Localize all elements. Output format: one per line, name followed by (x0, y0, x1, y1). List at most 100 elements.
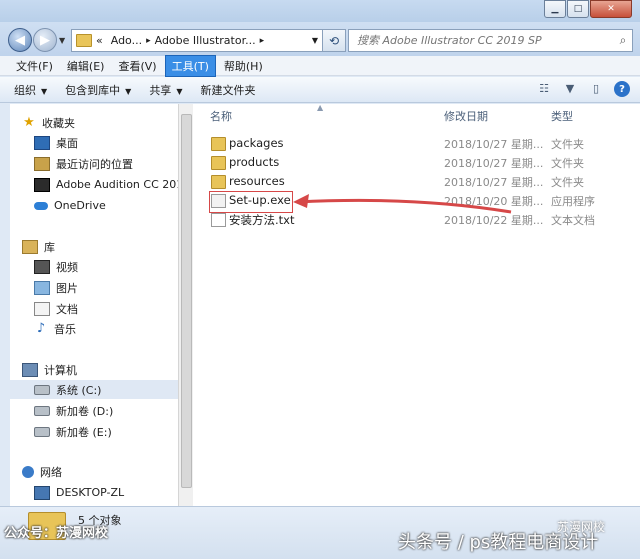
sidebar-item-desktop[interactable]: 桌面 (34, 133, 78, 152)
sidebar-item-documents[interactable]: 文档 (34, 299, 78, 318)
sidebar-item-label: 最近访问的位置 (56, 157, 133, 171)
sidebar-item-favorites[interactable]: ★ 收藏夹 (22, 113, 75, 132)
computer-icon (22, 362, 38, 377)
organize-button[interactable]: 组织 ▼ (14, 82, 47, 98)
navigation-pane: ★ 收藏夹 桌面 最近访问的位置 Adobe Audition CC 2017 O… (10, 104, 178, 506)
video-icon (34, 259, 50, 274)
sidebar-item-label: 新加卷 (E:) (56, 425, 112, 439)
menu-file[interactable]: 文件(F) (10, 56, 59, 76)
address-row: ◀ ▶ ▼ « Ado... ▸ Adobe Illustrator... ▸ … (0, 22, 640, 56)
include-label: 包含到库中 (65, 83, 121, 97)
sidebar-item-drive-c[interactable]: 系统 (C:) (10, 380, 178, 399)
sidebar-item-label: Adobe Audition CC 2017 (56, 178, 178, 191)
recent-places-icon (34, 156, 50, 171)
sidebar-item-label: 网络 (40, 465, 62, 479)
sidebar-item-label: 收藏夹 (42, 116, 75, 130)
pc-monitor-icon (34, 485, 50, 500)
sidebar-item-label: OneDrive (54, 199, 106, 212)
sidebar-item-computer[interactable]: 计算机 (22, 360, 77, 379)
annotation-arrow-head (293, 194, 309, 208)
folder-icon (76, 34, 92, 47)
music-note-icon: ♪ (36, 320, 46, 336)
sidebar-item-label: 文档 (56, 302, 78, 316)
star-icon: ★ (23, 114, 35, 130)
sidebar-item-drive-e[interactable]: 新加卷 (E:) (34, 422, 112, 441)
search-icon[interactable]: ⌕ (614, 33, 632, 48)
menu-tools[interactable]: 工具(T) (164, 54, 216, 77)
sidebar-item-audition[interactable]: Adobe Audition CC 2017 (34, 175, 178, 194)
maximize-button[interactable]: □ (567, 0, 589, 18)
forward-arrow-icon: ▶ (40, 32, 50, 48)
sidebar-item-label: 新加卷 (D:) (56, 404, 114, 418)
breadcrumb-separator-icon[interactable]: ▸ (260, 36, 265, 46)
sidebar-item-desktop-pc[interactable]: DESKTOP-ZL (34, 483, 124, 502)
file-list: ▲ 名称 修改日期 类型 packages 2018/10/27 星期... 文… (193, 103, 640, 506)
sidebar-item-label: 视频 (56, 260, 78, 274)
network-icon (22, 465, 34, 478)
scrollbar-thumb[interactable] (181, 114, 192, 488)
breadcrumb-separator-icon[interactable]: ▸ (146, 36, 151, 46)
menu-view[interactable]: 查看(V) (112, 56, 162, 76)
new-folder-button[interactable]: 新建文件夹 (200, 82, 255, 98)
documents-icon (34, 301, 50, 316)
search-box[interactable]: ⌕ (348, 29, 633, 52)
recent-pages-dropdown[interactable]: ▼ (59, 36, 65, 45)
sidebar-item-network[interactable]: 网络 (22, 462, 62, 481)
drive-icon (34, 426, 50, 437)
window-controls: ▁ □ ✕ (543, 0, 632, 18)
menu-help[interactable]: 帮助(H) (218, 56, 269, 76)
preview-pane-icon[interactable]: ▯ (588, 82, 604, 96)
sidebar-item-label: 库 (44, 240, 55, 254)
include-in-library-button[interactable]: 包含到库中 ▼ (65, 82, 131, 98)
chevron-down-icon: ▼ (176, 86, 183, 96)
address-dropdown-icon[interactable]: ▼ (312, 36, 318, 45)
audition-folder-icon (34, 177, 50, 192)
breadcrumb-item[interactable]: Ado... (111, 34, 142, 47)
address-bar[interactable]: « Ado... ▸ Adobe Illustrator... ▸ ▼ (71, 29, 323, 52)
pictures-icon (34, 280, 50, 295)
sidebar-item-pictures[interactable]: 图片 (34, 278, 78, 297)
sidebar-item-libraries[interactable]: 库 (22, 237, 55, 256)
sidebar-item-onedrive[interactable]: OneDrive (34, 196, 106, 215)
chevron-down-icon: ▼ (125, 86, 132, 96)
breadcrumb-item[interactable]: Adobe Illustrator... (155, 34, 256, 47)
minimize-button[interactable]: ▁ (544, 0, 566, 18)
drive-icon (34, 405, 50, 416)
onedrive-cloud-icon (34, 201, 48, 210)
forward-button[interactable]: ▶ (33, 28, 57, 52)
share-label: 共享 (149, 83, 172, 97)
breadcrumb-overflow[interactable]: « (96, 34, 103, 47)
sidebar-item-video[interactable]: 视频 (34, 257, 78, 276)
chevron-down-icon: ▼ (41, 86, 48, 96)
sidebar-item-label: DESKTOP-ZL (56, 486, 125, 499)
sidebar-item-label: 计算机 (44, 363, 77, 377)
sidebar-item-drive-d[interactable]: 新加卷 (D:) (34, 401, 113, 420)
view-options-icon[interactable]: ☷ (536, 82, 552, 96)
sidebar-item-label: 系统 (C:) (56, 383, 102, 397)
menu-bar: 文件(F) 编辑(E) 查看(V) 工具(T) 帮助(H) (0, 54, 640, 77)
navigation-scrollbar[interactable] (178, 104, 193, 506)
help-icon[interactable]: ? (614, 81, 630, 97)
close-button[interactable]: ✕ (590, 0, 632, 18)
command-bar: 组织 ▼ 包含到库中 ▼ 共享 ▼ 新建文件夹 ☷ ▼ ▯ ? (0, 77, 640, 103)
share-button[interactable]: 共享 ▼ (149, 82, 182, 98)
back-button[interactable]: ◀ (8, 28, 32, 52)
annotation-arrow (293, 194, 512, 214)
sidebar-item-label: 桌面 (56, 136, 78, 150)
watermark-left: 公众号：苏漫网校 (4, 526, 109, 541)
sidebar-item-recent[interactable]: 最近访问的位置 (34, 154, 133, 173)
annotation-arrow-line (296, 198, 512, 214)
library-icon (22, 239, 38, 254)
search-input[interactable] (349, 33, 614, 48)
view-dropdown-icon[interactable]: ▼ (562, 82, 578, 96)
menu-edit[interactable]: 编辑(E) (61, 56, 111, 76)
back-arrow-icon: ◀ (15, 32, 25, 48)
sidebar-item-label: 图片 (56, 281, 78, 295)
view-controls: ☷ ▼ ▯ ? (526, 81, 630, 97)
drive-icon (34, 384, 50, 395)
refresh-icon: ⟲ (328, 33, 340, 48)
sidebar-item-music[interactable]: ♪ 音乐 (34, 319, 76, 338)
watermark-right: 头条号 / ps教程电商设计 (398, 532, 599, 553)
explorer-window: ▁ □ ✕ ◀ ▶ ▼ « Ado... ▸ Adobe Illustrator… (0, 0, 640, 559)
refresh-button[interactable]: ⟲ (322, 29, 346, 52)
